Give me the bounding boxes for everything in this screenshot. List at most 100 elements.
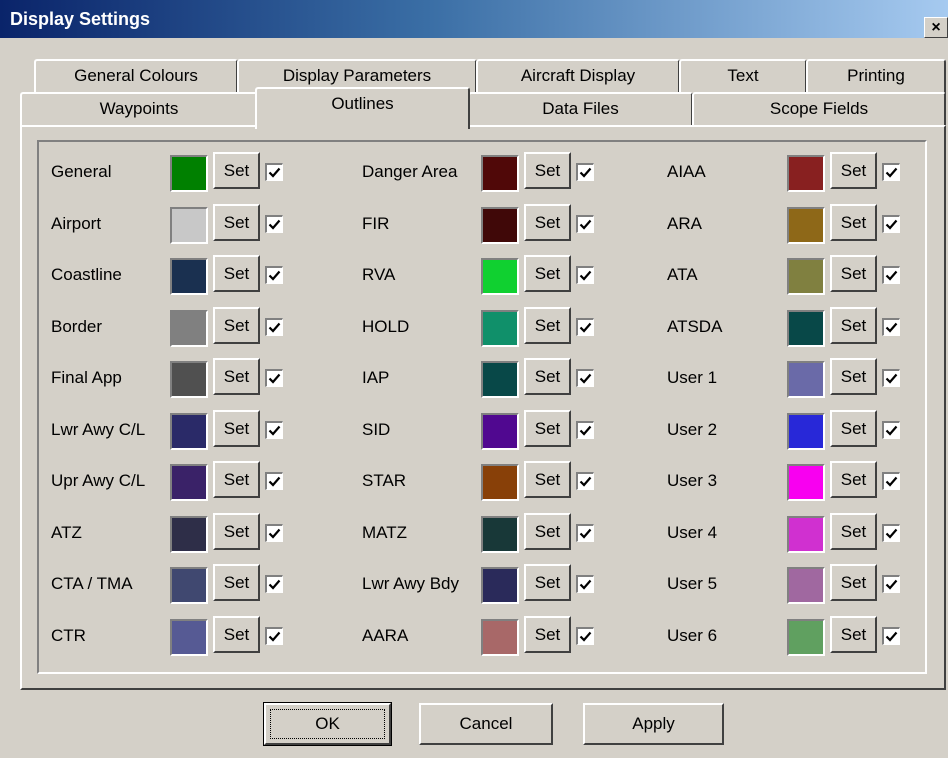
set-colour-button[interactable]: Set: [830, 616, 877, 653]
visible-checkbox[interactable]: [882, 472, 900, 490]
colour-swatch[interactable]: [481, 464, 519, 501]
set-colour-button[interactable]: Set: [830, 255, 877, 292]
visible-checkbox[interactable]: [576, 421, 594, 439]
set-colour-button[interactable]: Set: [830, 152, 877, 189]
visible-checkbox[interactable]: [576, 627, 594, 645]
set-colour-button[interactable]: Set: [213, 307, 260, 344]
colour-swatch[interactable]: [481, 207, 519, 244]
colour-swatch[interactable]: [170, 155, 208, 192]
set-colour-button[interactable]: Set: [524, 564, 571, 601]
visible-checkbox[interactable]: [265, 163, 283, 181]
set-colour-button[interactable]: Set: [830, 307, 877, 344]
colour-swatch[interactable]: [481, 361, 519, 398]
set-colour-button[interactable]: Set: [830, 358, 877, 395]
visible-checkbox[interactable]: [265, 318, 283, 336]
set-colour-button[interactable]: Set: [524, 255, 571, 292]
colour-swatch[interactable]: [787, 155, 825, 192]
visible-checkbox[interactable]: [265, 369, 283, 387]
visible-checkbox[interactable]: [882, 318, 900, 336]
visible-checkbox[interactable]: [265, 627, 283, 645]
set-colour-button[interactable]: Set: [524, 307, 571, 344]
set-colour-button[interactable]: Set: [830, 564, 877, 601]
colour-swatch[interactable]: [787, 361, 825, 398]
tab-waypoints[interactable]: Waypoints: [20, 92, 258, 127]
visible-checkbox[interactable]: [576, 266, 594, 284]
set-colour-button[interactable]: Set: [213, 513, 260, 550]
ok-button[interactable]: OK: [263, 702, 392, 746]
visible-checkbox[interactable]: [882, 524, 900, 542]
visible-checkbox[interactable]: [265, 421, 283, 439]
visible-checkbox[interactable]: [576, 215, 594, 233]
colour-swatch[interactable]: [787, 310, 825, 347]
tab-aircraft-display[interactable]: Aircraft Display: [476, 59, 680, 95]
set-colour-button[interactable]: Set: [213, 255, 260, 292]
visible-checkbox[interactable]: [265, 472, 283, 490]
set-colour-button[interactable]: Set: [524, 616, 571, 653]
tab-general-colours[interactable]: General Colours: [34, 59, 238, 95]
visible-checkbox[interactable]: [576, 163, 594, 181]
colour-swatch[interactable]: [787, 464, 825, 501]
visible-checkbox[interactable]: [265, 524, 283, 542]
visible-checkbox[interactable]: [265, 266, 283, 284]
colour-swatch[interactable]: [481, 567, 519, 604]
colour-swatch[interactable]: [481, 516, 519, 553]
colour-swatch[interactable]: [481, 619, 519, 656]
visible-checkbox[interactable]: [882, 215, 900, 233]
visible-checkbox[interactable]: [265, 215, 283, 233]
visible-checkbox[interactable]: [576, 524, 594, 542]
colour-swatch[interactable]: [170, 207, 208, 244]
set-colour-button[interactable]: Set: [830, 513, 877, 550]
set-colour-button[interactable]: Set: [213, 410, 260, 447]
tab-printing[interactable]: Printing: [806, 59, 946, 95]
close-button[interactable]: ×: [924, 17, 948, 38]
colour-swatch[interactable]: [170, 516, 208, 553]
visible-checkbox[interactable]: [576, 472, 594, 490]
visible-checkbox[interactable]: [882, 266, 900, 284]
visible-checkbox[interactable]: [576, 369, 594, 387]
set-colour-button[interactable]: Set: [524, 461, 571, 498]
colour-swatch[interactable]: [787, 207, 825, 244]
colour-swatch[interactable]: [170, 310, 208, 347]
colour-swatch[interactable]: [170, 361, 208, 398]
colour-swatch[interactable]: [170, 413, 208, 450]
visible-checkbox[interactable]: [882, 369, 900, 387]
set-colour-button[interactable]: Set: [213, 358, 260, 395]
tab-text[interactable]: Text: [679, 59, 807, 95]
set-colour-button[interactable]: Set: [213, 461, 260, 498]
set-colour-button[interactable]: Set: [830, 461, 877, 498]
set-colour-button[interactable]: Set: [524, 358, 571, 395]
set-colour-button[interactable]: Set: [830, 410, 877, 447]
set-colour-button[interactable]: Set: [830, 204, 877, 241]
visible-checkbox[interactable]: [882, 575, 900, 593]
set-colour-button[interactable]: Set: [213, 616, 260, 653]
colour-swatch[interactable]: [481, 310, 519, 347]
visible-checkbox[interactable]: [882, 421, 900, 439]
tab-data-files[interactable]: Data Files: [468, 92, 693, 127]
set-colour-button[interactable]: Set: [213, 152, 260, 189]
colour-swatch[interactable]: [787, 567, 825, 604]
colour-swatch[interactable]: [170, 567, 208, 604]
set-colour-button[interactable]: Set: [524, 204, 571, 241]
colour-swatch[interactable]: [481, 413, 519, 450]
colour-swatch[interactable]: [170, 619, 208, 656]
colour-swatch[interactable]: [787, 619, 825, 656]
colour-swatch[interactable]: [481, 155, 519, 192]
colour-swatch[interactable]: [787, 516, 825, 553]
colour-swatch[interactable]: [170, 464, 208, 501]
set-colour-button[interactable]: Set: [524, 513, 571, 550]
visible-checkbox[interactable]: [576, 318, 594, 336]
apply-button[interactable]: Apply: [583, 703, 724, 745]
tab-outlines[interactable]: Outlines: [255, 87, 470, 129]
visible-checkbox[interactable]: [265, 575, 283, 593]
set-colour-button[interactable]: Set: [524, 410, 571, 447]
visible-checkbox[interactable]: [882, 627, 900, 645]
set-colour-button[interactable]: Set: [213, 204, 260, 241]
cancel-button[interactable]: Cancel: [419, 703, 553, 745]
visible-checkbox[interactable]: [576, 575, 594, 593]
colour-swatch[interactable]: [787, 258, 825, 295]
visible-checkbox[interactable]: [882, 163, 900, 181]
set-colour-button[interactable]: Set: [524, 152, 571, 189]
colour-swatch[interactable]: [481, 258, 519, 295]
set-colour-button[interactable]: Set: [213, 564, 260, 601]
tab-scope-fields[interactable]: Scope Fields: [692, 92, 946, 127]
